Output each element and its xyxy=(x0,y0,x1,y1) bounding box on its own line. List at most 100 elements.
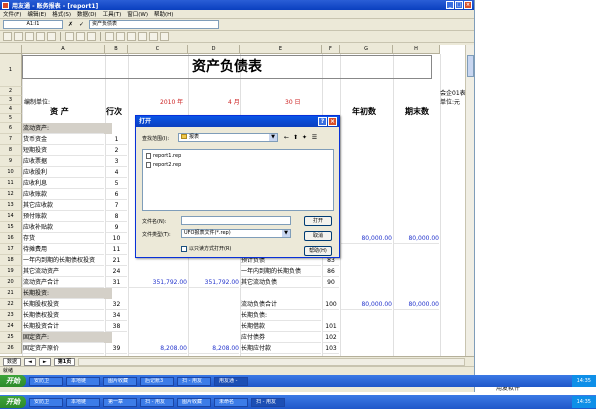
table-cell[interactable]: 1 xyxy=(106,134,127,145)
table-cell[interactable]: 103 xyxy=(323,343,339,354)
save-icon[interactable] xyxy=(25,32,34,41)
table-cell[interactable]: 长期负债: xyxy=(241,310,321,321)
readonly-checkbox[interactable]: 以只读方式打开(R) xyxy=(181,245,231,252)
table-cell[interactable]: 80,000.00 xyxy=(394,299,439,310)
table-cell[interactable]: 预付账款 xyxy=(23,211,104,222)
taskbar-button[interactable]: 安防卫 xyxy=(29,376,63,386)
format-icon[interactable] xyxy=(149,32,158,41)
dialog-help-icon[interactable]: ? xyxy=(318,117,327,126)
header-asset[interactable]: 资 产 xyxy=(50,106,100,117)
header-row-no[interactable]: 行次 xyxy=(106,106,128,117)
table-cell[interactable]: 应收账款 xyxy=(23,189,104,200)
table-cell[interactable]: 8 xyxy=(106,211,127,222)
column-header[interactable]: C xyxy=(128,45,188,54)
column-header[interactable]: A xyxy=(22,45,105,54)
row-header[interactable]: 13 xyxy=(0,200,22,211)
insert-col-icon[interactable] xyxy=(127,32,136,41)
day-label[interactable]: 30 日 xyxy=(285,97,315,106)
row-header[interactable]: 24 xyxy=(0,321,22,332)
table-cell[interactable]: 应收利息 xyxy=(23,178,104,189)
look-in-combo[interactable]: 报表 ▼ xyxy=(178,133,278,142)
table-cell[interactable]: 80,000.00 xyxy=(341,299,392,310)
table-cell[interactable]: 固定资产: xyxy=(23,332,104,343)
table-cell[interactable]: 24 xyxy=(106,266,127,277)
filename-input[interactable] xyxy=(181,216,291,225)
table-cell[interactable]: 流动资产: xyxy=(23,123,104,134)
cancel-icon[interactable]: ✗ xyxy=(67,21,74,28)
table-cell[interactable]: 80,000.00 xyxy=(341,233,392,244)
chevron-down-icon[interactable]: ▼ xyxy=(269,134,277,141)
row-header[interactable]: 1 xyxy=(0,54,22,87)
maximize-button[interactable]: □ xyxy=(455,1,463,9)
table-cell[interactable]: 流动资产合计 xyxy=(23,277,104,288)
table-cell[interactable]: 货币资金 xyxy=(23,134,104,145)
column-header[interactable]: F xyxy=(322,45,340,54)
table-cell[interactable]: 38 xyxy=(106,321,127,332)
table-cell[interactable]: 长期应付款 xyxy=(241,343,321,354)
close-button[interactable]: × xyxy=(464,1,472,9)
help-button[interactable]: 帮助(H) xyxy=(304,246,332,256)
row-header[interactable]: 18 xyxy=(0,255,22,266)
cancel-button[interactable]: 取消 xyxy=(304,231,332,241)
table-cell[interactable]: 10 xyxy=(106,233,127,244)
paste-icon[interactable] xyxy=(87,32,96,41)
taskbar-button[interactable]: 第一章 xyxy=(103,397,137,407)
taskbar-button[interactable]: 本地链 xyxy=(66,376,100,386)
table-cell[interactable]: 应收票据 xyxy=(23,156,104,167)
taskbar-button[interactable]: 图片收藏 xyxy=(177,397,211,407)
table-cell[interactable]: 6 xyxy=(106,189,127,200)
row-header[interactable]: 26 xyxy=(0,343,22,354)
table-cell[interactable]: 应收补贴款 xyxy=(23,222,104,233)
row-header[interactable]: 20 xyxy=(0,277,22,288)
row-header[interactable]: 4 xyxy=(0,105,22,114)
dialog-title-bar[interactable]: 打开 ? × xyxy=(136,116,339,127)
start-button[interactable]: 开始 xyxy=(0,396,26,408)
up-folder-icon[interactable]: ⬆ xyxy=(292,134,299,141)
menu-format[interactable]: 格式(S) xyxy=(52,10,71,18)
column-header[interactable]: B xyxy=(105,45,128,54)
table-cell[interactable]: 7 xyxy=(106,200,127,211)
table-cell[interactable]: 100 xyxy=(323,299,339,310)
view-menu-icon[interactable]: ☰ xyxy=(311,134,318,141)
column-header[interactable]: G xyxy=(340,45,393,54)
back-icon[interactable]: ← xyxy=(283,134,290,141)
row-header[interactable]: 16 xyxy=(0,233,22,244)
row-header[interactable]: 2 xyxy=(0,87,22,96)
row-header[interactable]: 6 xyxy=(0,123,22,134)
table-cell[interactable]: 4 xyxy=(106,167,127,178)
table-cell[interactable]: 21 xyxy=(106,255,127,266)
row-header[interactable]: 15 xyxy=(0,222,22,233)
row-header[interactable]: 12 xyxy=(0,189,22,200)
year-label[interactable]: 2010 年 xyxy=(160,97,200,106)
select-all-corner[interactable] xyxy=(0,45,22,54)
file-item[interactable]: report1.rep xyxy=(146,153,181,159)
row-header[interactable]: 19 xyxy=(0,266,22,277)
row-header[interactable]: 9 xyxy=(0,156,22,167)
table-cell[interactable]: 11 xyxy=(106,244,127,255)
table-cell[interactable]: 351,792.00 xyxy=(189,277,239,288)
vertical-scrollbar[interactable] xyxy=(465,45,474,356)
column-header[interactable]: D xyxy=(188,45,240,54)
open-button[interactable]: 打开 xyxy=(304,216,332,226)
row-header[interactable]: 22 xyxy=(0,299,22,310)
table-cell[interactable]: 一年内到期的长期负债 xyxy=(241,266,321,277)
minimize-button[interactable]: _ xyxy=(446,1,454,9)
table-cell[interactable]: 存货 xyxy=(23,233,104,244)
table-cell[interactable]: 其它流动资产 xyxy=(23,266,104,277)
chart-icon[interactable] xyxy=(138,32,147,41)
taskbar-button[interactable]: 扫 - 用友 xyxy=(140,397,174,407)
table-cell[interactable]: 351,792.00 xyxy=(129,277,187,288)
open-icon[interactable] xyxy=(14,32,23,41)
row-header[interactable]: 11 xyxy=(0,178,22,189)
table-cell[interactable]: 90 xyxy=(323,277,339,288)
row-header[interactable]: 25 xyxy=(0,332,22,343)
table-cell[interactable]: 长期债权投资 xyxy=(23,310,104,321)
table-cell[interactable]: 流动负债合计 xyxy=(241,299,321,310)
menu-tools[interactable]: 工具(T) xyxy=(103,10,122,18)
table-cell[interactable]: 长期投资合计 xyxy=(23,321,104,332)
help-icon[interactable] xyxy=(160,32,169,41)
filetype-combo[interactable]: UFO报表文件(*.rep) ▼ xyxy=(181,229,291,238)
column-header[interactable]: E xyxy=(240,45,322,54)
taskbar-button[interactable]: 未命名 xyxy=(214,397,248,407)
taskbar-button[interactable]: 用友通 - xyxy=(214,376,248,386)
